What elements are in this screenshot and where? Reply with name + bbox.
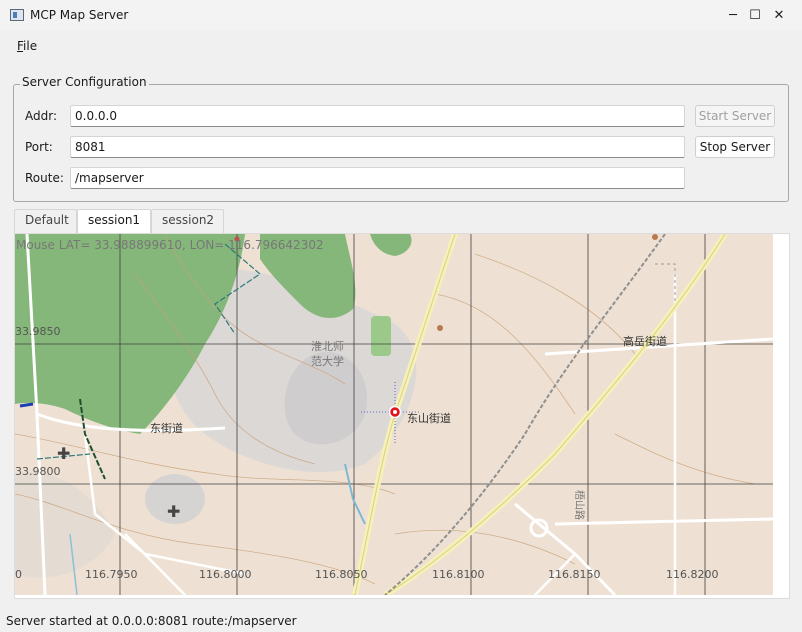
place-label-dongshan: 东山街道	[407, 411, 451, 425]
tab-session2[interactable]: session2	[151, 209, 224, 233]
mouse-coordinates: Mouse LAT= 33.988899610, LON= 116.796642…	[16, 238, 324, 252]
tab-default[interactable]: Default	[14, 209, 77, 233]
window-title: MCP Map Server	[30, 8, 129, 22]
close-button[interactable]: ✕	[756, 0, 802, 30]
route-input[interactable]: /mapserver	[70, 167, 685, 189]
lat-label: 33.9800	[15, 465, 61, 478]
summit-icon: ✚	[57, 444, 70, 463]
maximize-button[interactable]: ☐	[709, 0, 761, 30]
lat-label: 33.9850	[15, 325, 61, 338]
lon-label: 116.8000	[199, 568, 252, 581]
place-label-university: 淮北师	[311, 340, 344, 353]
addr-label: Addr:	[25, 109, 57, 123]
server-config-title: Server Configuration	[20, 75, 149, 89]
road-label: 梧山路	[573, 490, 586, 520]
place-label-university: 范大学	[311, 354, 344, 368]
map-canvas[interactable]: ✚ ✚ 33.9850 33.9800 0 116.7950 116.8000 …	[15, 234, 773, 595]
port-label: Port:	[25, 140, 53, 154]
status-bar-text: Server started at 0.0.0.0:8081 route:/ma…	[6, 614, 297, 628]
close-icon: ✕	[773, 7, 785, 23]
lon-label: 116.8150	[548, 568, 601, 581]
map-view[interactable]: ✚ ✚ 33.9850 33.9800 0 116.7950 116.8000 …	[15, 234, 773, 595]
app-icon	[10, 9, 24, 21]
green-patch	[371, 316, 391, 356]
menu-file-label: ile	[23, 39, 38, 53]
menu-bar: File	[0, 34, 802, 56]
poi-dot	[437, 325, 443, 331]
summit-icon: ✚	[167, 502, 180, 521]
lon-label: 116.8100	[432, 568, 485, 581]
addr-input[interactable]: 0.0.0.0	[70, 105, 685, 127]
start-server-button[interactable]: Start Server	[695, 105, 775, 127]
lon-label: 116.7950	[85, 568, 138, 581]
title-bar[interactable]: MCP Map Server ─ ☐ ✕	[0, 0, 802, 30]
stop-server-button[interactable]: Stop Server	[695, 136, 775, 158]
menu-file[interactable]: File	[17, 39, 37, 53]
lon-label: 116.8200	[666, 568, 719, 581]
place-label-gaoyue: 高岳街道	[623, 334, 667, 348]
lon-label: 116.8050	[315, 568, 368, 581]
lon-label: 0	[15, 568, 22, 581]
route-label: Route:	[25, 171, 64, 185]
location-marker-center	[393, 410, 397, 414]
port-input[interactable]: 8081	[70, 136, 685, 158]
poi-dot	[652, 234, 658, 240]
place-label-dongjie: 东街道	[150, 421, 183, 435]
tab-session1[interactable]: session1	[77, 209, 151, 234]
